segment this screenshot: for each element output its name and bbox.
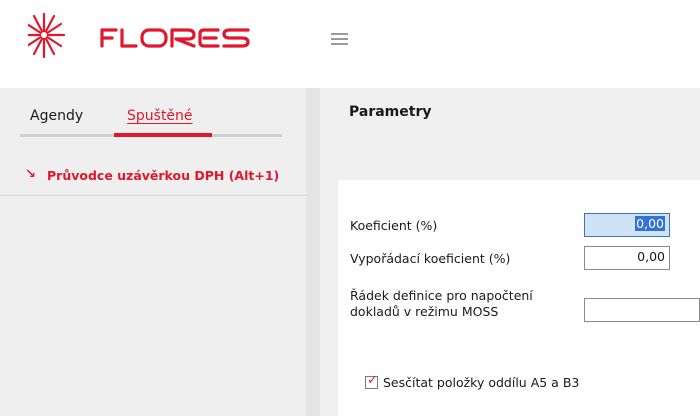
tab-spustene[interactable]: Spuštěné <box>127 108 193 124</box>
radek-definice-label-line2: dokladů v režimu MOSS <box>350 304 499 319</box>
parameters-form: Koeficient (%) 0,00 Vypořádací koeficien… <box>338 180 700 416</box>
koeficient-input[interactable]: 0,00 <box>584 213 670 237</box>
parameters-panel: Parametry Koeficient (%) 0,00 Vypořádací… <box>320 88 700 416</box>
hamburger-icon[interactable] <box>331 33 348 46</box>
running-item-pruvodce-dph[interactable]: ↘ Průvodce uzávěrkou DPH (Alt+1) <box>0 162 306 196</box>
active-tab-indicator <box>114 133 212 137</box>
sescitat-checkbox[interactable]: ✓ <box>365 373 378 389</box>
sescitat-checkbox-label[interactable]: Sesčítat položky oddílu A5 a B3 <box>383 375 579 390</box>
koeficient-label: Koeficient (%) <box>350 218 438 233</box>
vyporadaci-koeficient-input[interactable]: 0,00 <box>584 246 670 270</box>
tab-bar: Agendy Spuštěné <box>20 88 282 138</box>
left-panel: Agendy Spuštěné ↘ Průvodce uzávěrkou DPH… <box>0 88 306 416</box>
radek-definice-input[interactable] <box>584 298 700 322</box>
radek-definice-label-line1: Řádek definice pro napočtení <box>350 288 533 303</box>
checkmark-icon: ✓ <box>367 373 378 388</box>
arrow-down-right-icon: ↘ <box>25 167 36 182</box>
panel-title: Parametry <box>349 104 432 120</box>
flores-logo <box>28 12 250 59</box>
tab-agendy[interactable]: Agendy <box>30 108 83 124</box>
app-header <box>0 0 700 88</box>
koeficient-value: 0,00 <box>635 216 665 231</box>
vyporadaci-koeficient-label: Vypořádací koeficient (%) <box>350 251 511 266</box>
running-item-label: Průvodce uzávěrkou DPH (Alt+1) <box>47 168 280 183</box>
panel-splitter[interactable] <box>306 88 320 416</box>
